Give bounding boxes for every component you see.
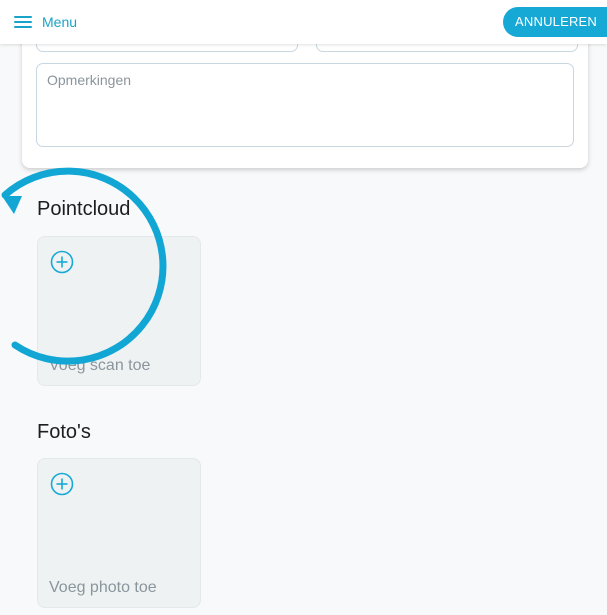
plus-circle-icon [50, 250, 74, 274]
pointcloud-title: Pointcloud [37, 198, 131, 220]
add-photo-tile[interactable]: Voeg photo toe [37, 458, 201, 608]
page: Menu ANNULEREN Opmerkingen Pointcloud Vo… [0, 0, 607, 615]
add-scan-tile[interactable]: Voeg scan toe [37, 236, 201, 386]
cancel-button[interactable]: ANNULEREN [503, 7, 607, 37]
menu-label: Menu [42, 14, 78, 30]
photos-title: Foto's [37, 421, 91, 443]
remarks-placeholder: Opmerkingen [47, 72, 132, 88]
menu-button[interactable]: Menu [14, 12, 77, 32]
tutorial-arrowhead-icon [2, 196, 22, 214]
add-photo-label: Voeg photo toe [49, 579, 157, 596]
hamburger-icon [14, 16, 32, 28]
form-card: Opmerkingen [22, 30, 588, 168]
add-scan-label: Voeg scan toe [49, 357, 151, 374]
remarks-textarea[interactable]: Opmerkingen [36, 63, 574, 147]
plus-circle-icon [50, 472, 74, 496]
top-bar: Menu ANNULEREN [0, 0, 607, 44]
